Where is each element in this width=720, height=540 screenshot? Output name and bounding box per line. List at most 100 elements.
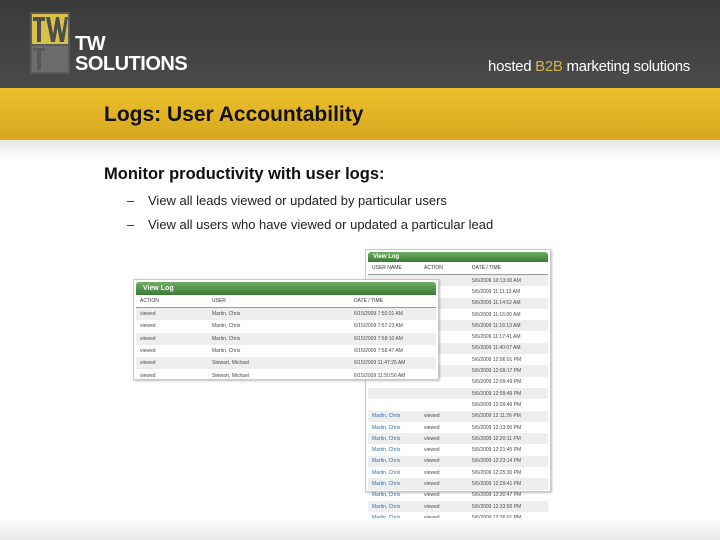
tagline-pre: hosted	[488, 58, 536, 75]
table-cell: Martin, Chris	[212, 348, 241, 355]
table-row: Martin, Chris viewed 5/6/2009 12:23:14 PM	[368, 455, 548, 468]
table-cell: 5/6/2009 11:17:41 AM	[472, 334, 521, 341]
table-cell: Martin, Chris	[372, 447, 401, 454]
view-log-screenshot-user: View Log ACTION USER DATE / TIME viewed M…	[133, 279, 439, 380]
table-cell: Martin, Chris	[372, 413, 401, 420]
table-cell: 5/6/2009 11:11:13 AM	[472, 288, 521, 295]
table-cell: 6/15/2009 7:57:23 AM	[354, 323, 403, 330]
table-cell: Martin, Chris	[212, 323, 241, 330]
bullet-dash: –	[127, 217, 135, 232]
table-cell: 5/6/2009 12:11:26 PM	[472, 413, 521, 420]
table-cell: Martin, Chris	[212, 311, 241, 318]
table-cell: Martin, Chris	[372, 435, 401, 442]
table-cell: 5/6/2009 11:16:13 AM	[472, 322, 521, 329]
tagline-b2b: B2B	[535, 58, 563, 75]
table-row: viewed Martin, Chris 6/15/2009 7:58:10 AM	[136, 332, 436, 345]
column-header: ACTION	[140, 298, 159, 304]
table-cell: viewed	[140, 360, 156, 367]
table-cell: 5/6/2009 12:09:49 PM	[472, 379, 522, 386]
table-cell: viewed	[140, 311, 156, 318]
table-row: viewed Martin, Chris 6/15/2009 7:50:31 AM	[136, 308, 436, 321]
table-cell: 6/15/2009 7:58:10 AM	[354, 335, 403, 342]
table-cell: 5/6/2009 12:20:11 PM	[472, 435, 521, 442]
table-cell: viewed	[424, 503, 440, 510]
table-cell: viewed	[140, 335, 156, 342]
log-rows: viewed Martin, Chris 6/15/2009 7:50:31 AM v…	[136, 308, 436, 382]
column-header: DATE / TIME	[472, 265, 501, 271]
table-cell: viewed	[424, 413, 440, 420]
table-row: Martin, Chris viewed 5/6/2009 12:13:00 PM	[368, 422, 548, 433]
tagline-post: marketing solutions	[562, 58, 690, 75]
table-cell: 5/6/2009 12:29:41 PM	[472, 480, 522, 487]
table-cell: 5/6/2009 12:33:50 PM	[472, 503, 522, 510]
table-cell: Martin, Chris	[372, 503, 401, 510]
table-cell: 6/15/2009 7:58:47 AM	[354, 348, 403, 355]
table-row: Martin, Chris viewed 5/6/2009 12:11:26 PM	[368, 410, 548, 422]
column-header: USER NAME	[372, 265, 402, 271]
tw-logo-icon	[30, 12, 70, 74]
table-cell: 5/6/2009 12:21:45 PM	[472, 447, 522, 454]
table-cell: Martin, Chris	[372, 492, 401, 499]
table-cell: viewed	[140, 372, 156, 379]
view-log-title: View Log	[368, 252, 548, 262]
table-cell: Martin, Chris	[372, 424, 401, 431]
table-row: Martin, Chris viewed 5/6/2009 12:33:50 PM	[368, 500, 548, 513]
table-cell: 5/6/2009 12:25:30 PM	[472, 469, 522, 476]
table-cell: viewed	[140, 348, 156, 355]
table-cell: 5/6/2009 12:30:47 PM	[472, 492, 522, 499]
table-cell: 5/6/2009 12:09:49 PM	[472, 390, 522, 397]
bullet-item: – View all users who have viewed or updat…	[127, 217, 493, 232]
table-row: viewed Martin, Chris 6/15/2009 7:58:47 AM	[136, 345, 436, 357]
table-cell: 6/15/2009 7:50:31 AM	[354, 311, 403, 318]
table-cell: 5/6/2009 12:13:00 PM	[472, 424, 522, 431]
table-row: viewed Stewart, Michael 6/15/2009 11:47:25…	[136, 357, 436, 370]
table-row: 5/6/2009 12:09:49 PM	[368, 399, 548, 410]
table-cell: 5/6/2009 12:23:14 PM	[472, 458, 522, 465]
column-header: ACTION	[424, 265, 443, 271]
table-row: 5/6/2009 12:09:49 PM	[368, 387, 548, 400]
table-row: Martin, Chris viewed 5/6/2009 12:30:47 PM	[368, 490, 548, 501]
table-cell: viewed	[424, 492, 440, 499]
table-cell: viewed	[424, 447, 440, 454]
bullet-item: – View all leads viewed or updated by par…	[127, 193, 447, 208]
table-cell: Stewart, Michael	[212, 372, 249, 379]
table-row: Martin, Chris viewed 5/6/2009 12:29:41 PM	[368, 478, 548, 490]
view-log-title: View Log	[136, 282, 436, 295]
table-cell: Martin, Chris	[372, 480, 401, 487]
title-shadow	[0, 140, 720, 158]
table-cell: 5/6/2009 10:13:00 AM	[472, 277, 521, 284]
table-cell: 5/6/2009 12:09:49 PM	[472, 401, 522, 408]
bullet-dash: –	[127, 193, 135, 208]
logo-line-tw: TW	[75, 33, 106, 55]
table-cell: viewed	[424, 480, 440, 487]
column-header: DATE / TIME	[354, 298, 383, 304]
table-cell: 5/6/2009 11:16:00 AM	[472, 311, 521, 318]
bullet-text: View all leads viewed or updated by part…	[148, 193, 447, 208]
table-header: ACTION USER DATE / TIME	[136, 295, 436, 308]
table-cell: 6/15/2009 11:50:56 AM	[354, 372, 406, 379]
company-logo-text: TW SOLUTIONS	[75, 33, 188, 75]
table-cell: 5/6/2009 12:09:17 PM	[472, 368, 522, 375]
table-cell: Stewart, Michael	[212, 360, 249, 367]
table-header: USER NAME ACTION DATE / TIME	[368, 262, 548, 275]
table-cell: viewed	[424, 435, 440, 442]
table-row: Martin, Chris viewed 5/6/2009 12:25:30 PM	[368, 467, 548, 478]
table-cell: viewed	[140, 323, 156, 330]
table-row: viewed Martin, Chris 6/15/2009 7:57:23 AM	[136, 320, 436, 332]
table-cell: viewed	[424, 458, 440, 465]
top-banner: TW SOLUTIONS hosted B2B marketing soluti…	[0, 0, 720, 88]
table-row: viewed Stewart, Michael 6/15/2009 11:50:56…	[136, 369, 436, 381]
tagline: hosted B2B marketing solutions	[488, 58, 690, 75]
table-cell: Martin, Chris	[372, 469, 401, 476]
column-header: USER	[212, 298, 226, 304]
table-cell: 5/6/2009 12:06:01 PM	[472, 356, 522, 363]
table-cell: 5/6/2009 11:40:07 AM	[472, 345, 521, 352]
section-heading: Monitor productivity with user logs:	[104, 165, 385, 183]
slide-title: Logs: User Accountability	[104, 103, 364, 126]
table-cell: 5/6/2009 11:14:52 AM	[472, 300, 521, 307]
table-cell: Martin, Chris	[212, 335, 241, 342]
table-cell: 6/15/2009 11:47:25 AM	[354, 360, 406, 367]
bullet-text: View all users who have viewed or update…	[148, 217, 494, 232]
logo-line-solutions: SOLUTIONS	[75, 53, 188, 75]
table-cell: viewed	[424, 424, 440, 431]
